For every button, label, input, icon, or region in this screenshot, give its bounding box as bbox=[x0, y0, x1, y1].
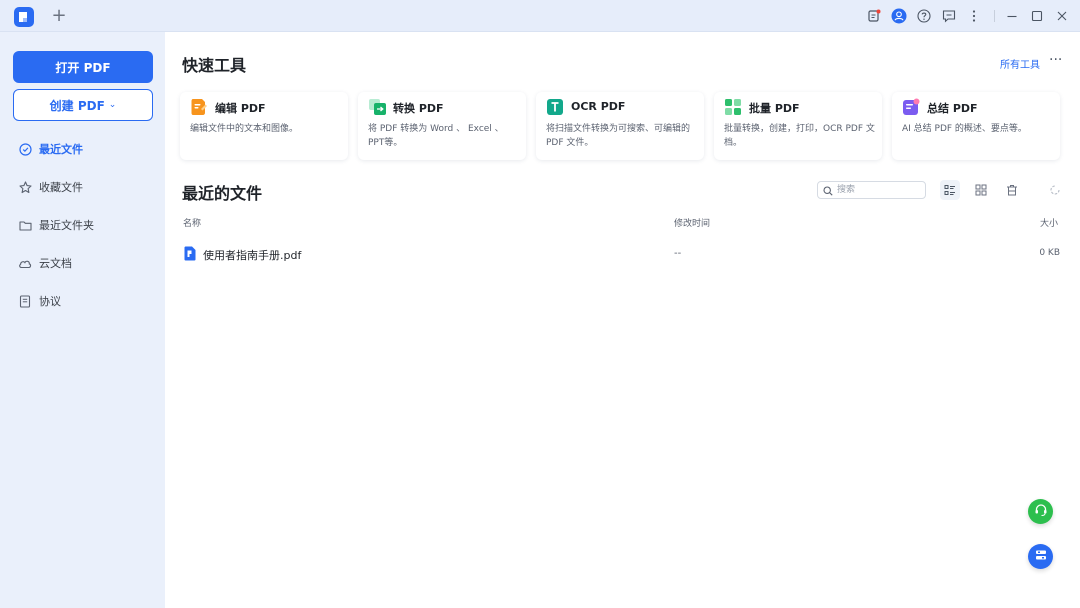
headset-icon bbox=[1034, 502, 1048, 521]
tool-card-edit-pdf[interactable]: 编辑 PDF 编辑文件中的文本和图像。 bbox=[180, 92, 348, 160]
tool-card-ocr-pdf[interactable]: OCR PDF 将扫描文件转换为可搜索、可编辑的 PDF 文件。 bbox=[536, 92, 704, 160]
sidebar-item-favorites[interactable]: 收藏文件 bbox=[18, 176, 158, 198]
trash-icon bbox=[1006, 181, 1018, 200]
customer-support-button[interactable] bbox=[1028, 499, 1053, 524]
create-pdf-button[interactable]: 创建 PDF ⌄ bbox=[13, 89, 153, 121]
tool-name: 总结 PDF bbox=[927, 102, 978, 115]
settings-panel-button[interactable] bbox=[1028, 544, 1053, 569]
folder-icon bbox=[18, 218, 32, 232]
new-tab-button[interactable]: + bbox=[50, 6, 68, 26]
grid-view-icon bbox=[975, 181, 987, 200]
help-icon[interactable] bbox=[916, 8, 932, 24]
titlebar-divider bbox=[994, 10, 995, 22]
edit-pdf-icon bbox=[190, 98, 208, 116]
tool-card-convert-pdf[interactable]: 转换 PDF 将 PDF 转换为 Word 、 Excel 、 PPT等。 bbox=[358, 92, 526, 160]
sidebar-item-label: 最近文件 bbox=[39, 143, 83, 156]
maximize-icon[interactable] bbox=[1029, 8, 1045, 24]
sidebar-item-agreement[interactable]: 协议 bbox=[18, 290, 158, 312]
tool-card-batch-pdf[interactable]: 批量 PDF 批量转换，创建，打印，OCR PDF 文档。 bbox=[714, 92, 882, 160]
sidebar-item-recent-files[interactable]: 最近文件 bbox=[18, 138, 158, 160]
sliders-icon bbox=[1034, 547, 1048, 566]
app-logo-icon[interactable] bbox=[14, 7, 34, 27]
minimize-icon[interactable] bbox=[1004, 8, 1020, 24]
cloud-icon bbox=[18, 256, 32, 270]
title-bar: + bbox=[0, 0, 1080, 32]
sidebar-item-label: 云文档 bbox=[39, 257, 72, 270]
all-tools-link[interactable]: 所有工具 bbox=[1000, 56, 1040, 71]
create-pdf-label: 创建 PDF bbox=[49, 98, 105, 113]
list-view-icon bbox=[944, 181, 956, 200]
column-header-name[interactable]: 名称 bbox=[183, 216, 201, 229]
notification-icon[interactable] bbox=[866, 8, 882, 24]
convert-pdf-icon bbox=[368, 98, 386, 116]
tool-description: 编辑文件中的文本和图像。 bbox=[190, 124, 299, 134]
summarize-pdf-icon bbox=[902, 98, 920, 116]
tool-description: 将 PDF 转换为 Word 、 Excel 、 PPT等。 bbox=[368, 124, 504, 148]
ocr-pdf-icon bbox=[546, 98, 564, 116]
column-header-size[interactable]: 大小 bbox=[1040, 216, 1058, 229]
sidebar-item-label: 收藏文件 bbox=[39, 181, 83, 194]
sidebar-item-cloud[interactable]: 云文档 bbox=[18, 252, 158, 274]
more-options-icon[interactable]: ··· bbox=[1049, 52, 1062, 68]
star-icon bbox=[18, 180, 32, 194]
close-icon[interactable] bbox=[1054, 8, 1070, 24]
user-avatar-icon[interactable] bbox=[891, 8, 907, 24]
refresh-button[interactable] bbox=[1045, 180, 1065, 200]
sidebar-item-recent-folders[interactable]: 最近文件夹 bbox=[18, 214, 158, 236]
feedback-icon[interactable] bbox=[941, 8, 957, 24]
tool-description: 将扫描文件转换为可搜索、可编辑的 PDF 文件。 bbox=[546, 124, 691, 148]
clock-icon bbox=[18, 142, 32, 156]
pdf-file-icon bbox=[184, 246, 196, 261]
refresh-icon bbox=[1049, 181, 1061, 200]
sidebar-item-label: 最近文件夹 bbox=[39, 219, 94, 232]
search-input[interactable] bbox=[837, 183, 917, 197]
sidebar-item-label: 协议 bbox=[39, 295, 61, 308]
clear-history-button[interactable] bbox=[1002, 180, 1022, 200]
grid-view-button[interactable] bbox=[971, 180, 991, 200]
tool-name: 编辑 PDF bbox=[215, 102, 266, 115]
file-size: 0 KB bbox=[1039, 248, 1060, 258]
file-modified: -- bbox=[674, 248, 682, 259]
search-box[interactable] bbox=[817, 181, 926, 199]
tool-description: 批量转换，创建，打印，OCR PDF 文档。 bbox=[724, 124, 875, 148]
search-icon bbox=[823, 181, 833, 200]
open-pdf-button[interactable]: 打开 PDF bbox=[13, 51, 153, 83]
more-vertical-icon[interactable] bbox=[966, 8, 982, 24]
chevron-down-icon: ⌄ bbox=[108, 100, 117, 110]
list-view-button[interactable] bbox=[940, 180, 960, 200]
main-panel: 快速工具 所有工具 ··· 编辑 PDF 编辑文件中的文本和图像。 转换 PDF… bbox=[165, 32, 1080, 608]
sidebar: 打开 PDF 创建 PDF ⌄ 最近文件 收藏文件 最近文件夹 云文档 协议 bbox=[0, 32, 165, 608]
recent-files-title: 最近的文件 bbox=[182, 184, 263, 203]
tool-name: 转换 PDF bbox=[393, 102, 444, 115]
table-row[interactable]: 使用者指南手册.pdf -- 0 KB bbox=[182, 244, 1062, 264]
tool-name: OCR PDF bbox=[571, 100, 626, 113]
batch-pdf-icon bbox=[724, 98, 742, 116]
column-header-modified[interactable]: 修改时间 bbox=[674, 216, 710, 229]
tool-description: AI 总结 PDF 的概述、要点等。 bbox=[902, 124, 1027, 134]
tool-card-summarize-pdf[interactable]: 总结 PDF AI 总结 PDF 的概述、要点等。 bbox=[892, 92, 1060, 160]
file-name: 使用者指南手册.pdf bbox=[203, 249, 302, 262]
document-icon bbox=[18, 294, 32, 308]
tool-name: 批量 PDF bbox=[749, 102, 800, 115]
quick-tools-title: 快速工具 bbox=[182, 56, 247, 75]
